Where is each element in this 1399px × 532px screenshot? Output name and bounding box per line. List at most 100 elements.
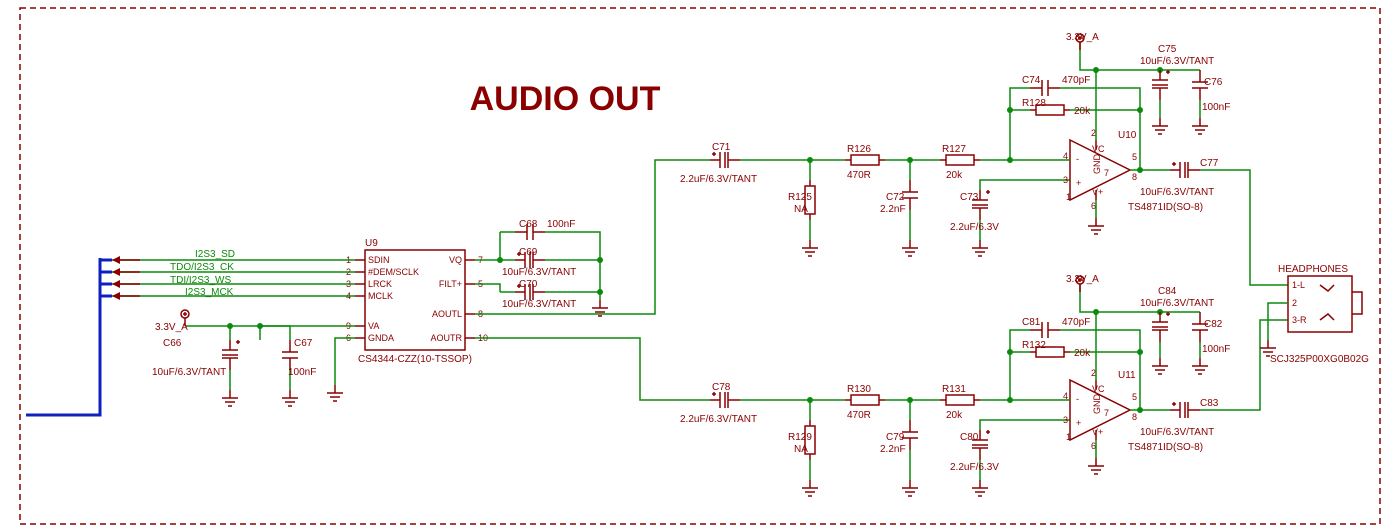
svg-text:TS4871ID(SO-8): TS4871ID(SO-8): [1128, 202, 1203, 213]
svg-text:2.2uF/6.3V: 2.2uF/6.3V: [950, 222, 999, 233]
svg-text:C82: C82: [1204, 319, 1223, 330]
svg-text:C72: C72: [886, 192, 905, 203]
svg-text:R125: R125: [788, 192, 812, 203]
svg-text:2.2uF/6.3V/TANT: 2.2uF/6.3V/TANT: [680, 174, 757, 185]
svg-text:10uF/6.3V/TANT: 10uF/6.3V/TANT: [502, 267, 576, 278]
svg-text:GNDA: GNDA: [368, 333, 394, 343]
svg-text:470R: 470R: [847, 410, 871, 421]
svg-text:5: 5: [1132, 152, 1137, 162]
svg-text:20k: 20k: [946, 410, 963, 421]
svg-text:3-R: 3-R: [1292, 315, 1307, 325]
svg-text:C75: C75: [1158, 44, 1177, 55]
svg-text:C68: C68: [519, 219, 538, 230]
svg-text:C76: C76: [1204, 77, 1223, 88]
dac-block: U9 CS4344-CZZ(10-TSSOP) SDIN #DEM/SCLK L…: [346, 238, 488, 365]
svg-text:2.2uF/6.3V: 2.2uF/6.3V: [950, 462, 999, 473]
svg-text:MCLK: MCLK: [368, 291, 393, 301]
svg-text:10uF/6.3V/TANT: 10uF/6.3V/TANT: [502, 299, 576, 310]
channel-bottom: C78 2.2uF/6.3V/TANT R129 NA R130 470R C7…: [680, 274, 1288, 496]
u9-part: CS4344-CZZ(10-TSSOP): [358, 354, 472, 365]
svg-text:8: 8: [1132, 172, 1137, 182]
svg-text:AOUTR: AOUTR: [431, 333, 463, 343]
svg-text:C78: C78: [712, 382, 731, 393]
svg-text:SDIN: SDIN: [368, 255, 390, 265]
input-signals: I2S3_SD TDO/I2S3_CK TDI/I2S3_WS I2S3_MCK: [26, 249, 355, 415]
u10: [1070, 140, 1130, 200]
svg-text:AOUTL: AOUTL: [432, 309, 462, 319]
svg-text:2.2nF: 2.2nF: [880, 444, 906, 455]
jack-label: HEADPHONES: [1278, 264, 1348, 275]
dac-power: 3.3V_A C66 10uF/6.3V/TANT C67 100nF: [152, 310, 355, 406]
c71: [710, 152, 740, 168]
svg-text:470R: 470R: [847, 170, 871, 181]
svg-text:7: 7: [1104, 168, 1109, 178]
svg-text:100nF: 100nF: [1202, 344, 1230, 355]
svg-text:C74: C74: [1022, 75, 1041, 86]
title: AUDIO OUT: [470, 80, 661, 118]
svg-text:20k: 20k: [1074, 348, 1091, 359]
svg-text:4: 4: [1063, 391, 1068, 401]
svg-text:10uF/6.3V/TANT: 10uF/6.3V/TANT: [1140, 427, 1214, 438]
sig-mck: I2S3_MCK: [185, 287, 234, 298]
c77: [1170, 162, 1200, 178]
channel-top: C71 2.2uF/6.3V/TANT R125 NA R126 470R C7…: [680, 32, 1288, 285]
c83: [1170, 402, 1200, 418]
svg-text:C66: C66: [163, 338, 182, 349]
svg-text:FILT+: FILT+: [439, 279, 462, 289]
sig-ck: TDO/I2S3_CK: [170, 262, 234, 273]
svg-text:20k: 20k: [946, 170, 963, 181]
svg-text:R130: R130: [847, 384, 871, 395]
sig-sd: I2S3_SD: [195, 249, 235, 260]
svg-text:LRCK: LRCK: [368, 279, 392, 289]
svg-text:3: 3: [1063, 175, 1068, 185]
c78: [710, 392, 740, 408]
jack-part: SCJ325P00XG0B02G: [1270, 354, 1369, 365]
svg-text:2: 2: [1292, 298, 1297, 308]
svg-text:C69: C69: [519, 247, 538, 258]
svg-text:8: 8: [1132, 412, 1137, 422]
svg-text:3.3V_A: 3.3V_A: [155, 322, 188, 333]
svg-text:4: 4: [1063, 151, 1068, 161]
dac-out-caps: C68 100nF C69 10uF/6.3V/TANT C70 10uF/6.…: [475, 219, 608, 316]
svg-text:R127: R127: [942, 144, 966, 155]
svg-text:C73: C73: [960, 192, 979, 203]
svg-text:R132: R132: [1022, 340, 1046, 351]
svg-text:NA: NA: [794, 204, 808, 215]
svg-text:470pF: 470pF: [1062, 317, 1090, 328]
svg-text:R128: R128: [1022, 98, 1046, 109]
svg-text:10uF/6.3V/TANT: 10uF/6.3V/TANT: [152, 367, 226, 378]
svg-text:2.2uF/6.3V/TANT: 2.2uF/6.3V/TANT: [680, 414, 757, 425]
svg-text:C71: C71: [712, 142, 731, 153]
svg-text:VQ: VQ: [449, 255, 462, 265]
svg-text:3: 3: [1063, 415, 1068, 425]
svg-text:C84: C84: [1158, 286, 1177, 297]
svg-text:1-L: 1-L: [1292, 280, 1305, 290]
headphone-jack: HEADPHONES SCJ325P00XG0B02G 1-L 2 3-R: [1260, 264, 1369, 365]
svg-text:C81: C81: [1022, 317, 1041, 328]
svg-text:U11: U11: [1118, 370, 1136, 381]
svg-text:VA: VA: [368, 321, 379, 331]
u9-ref: U9: [365, 238, 378, 249]
r131: [940, 395, 980, 405]
sig-ws: TDI/I2S3_WS: [170, 275, 231, 286]
u11: [1070, 380, 1130, 440]
svg-text:1: 1: [1066, 432, 1071, 442]
c66: [222, 340, 240, 370]
svg-text:3.3V_A: 3.3V_A: [1066, 274, 1099, 285]
svg-text:470pF: 470pF: [1062, 75, 1090, 86]
svg-text:NA: NA: [794, 444, 808, 455]
svg-text:10uF/6.3V/TANT: 10uF/6.3V/TANT: [1140, 187, 1214, 198]
svg-text:2.2nF: 2.2nF: [880, 204, 906, 215]
c75: [1152, 70, 1170, 100]
svg-text:20k: 20k: [1074, 106, 1091, 117]
svg-text:C77: C77: [1200, 158, 1219, 169]
svg-text:5: 5: [1132, 392, 1137, 402]
r126: [845, 155, 885, 165]
svg-text:U10: U10: [1118, 130, 1137, 141]
svg-text:10uF/6.3V/TANT: 10uF/6.3V/TANT: [1140, 298, 1214, 309]
r127: [940, 155, 980, 165]
svg-text:1: 1: [1066, 192, 1071, 202]
svg-text:100nF: 100nF: [547, 219, 575, 230]
svg-text:C80: C80: [960, 432, 979, 443]
c84: [1152, 312, 1170, 342]
